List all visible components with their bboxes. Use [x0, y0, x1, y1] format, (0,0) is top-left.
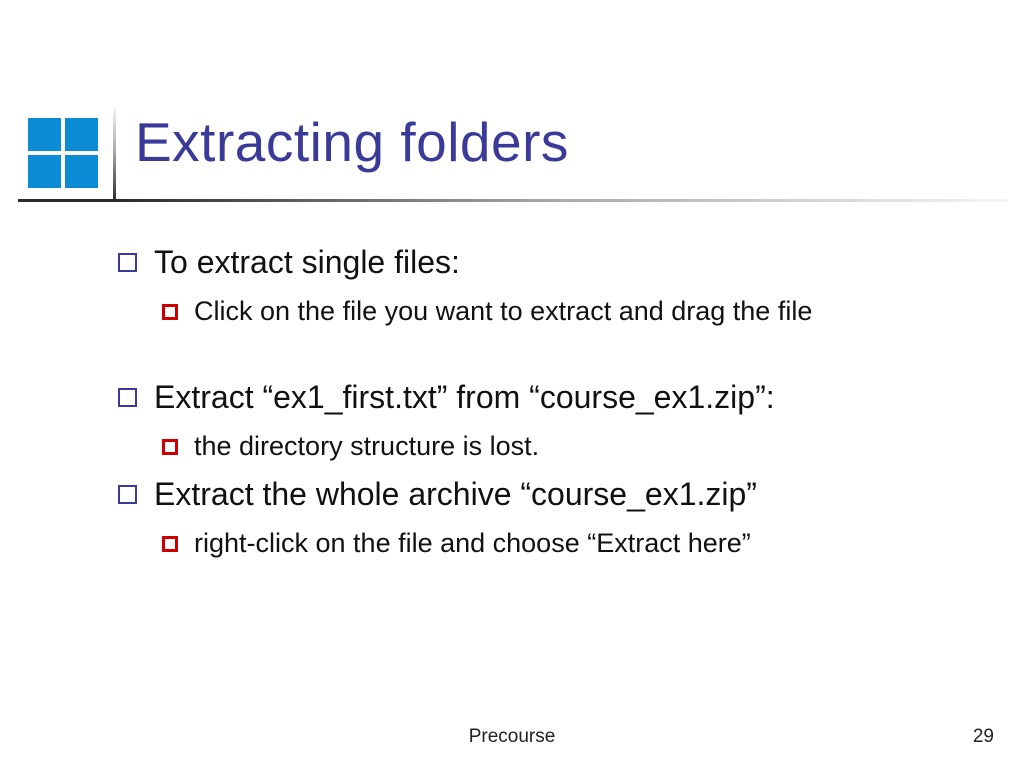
- footer-label: Precourse: [0, 726, 1024, 748]
- page-number: 29: [973, 726, 994, 748]
- slide: Extracting folders To extract single fil…: [0, 0, 1024, 768]
- title-divider-horizontal: [18, 199, 1008, 202]
- bullet-level1: Extract the whole archive “course_ex1.zi…: [118, 474, 978, 514]
- title-divider-vertical: [113, 108, 116, 202]
- bullet-level2: Click on the file you want to extract an…: [162, 294, 978, 329]
- slide-title: Extracting folders: [135, 110, 569, 174]
- bullet-level2: right-click on the file and choose “Extr…: [162, 526, 978, 561]
- slide-body: To extract single files: Click on the fi…: [118, 242, 978, 571]
- windows-logo-icon: [28, 118, 100, 190]
- bullet-level2: the directory structure is lost.: [162, 429, 978, 464]
- bullet-level1: To extract single files:: [118, 242, 978, 282]
- bullet-level1: Extract “ex1_first.txt” from “course_ex1…: [118, 377, 978, 417]
